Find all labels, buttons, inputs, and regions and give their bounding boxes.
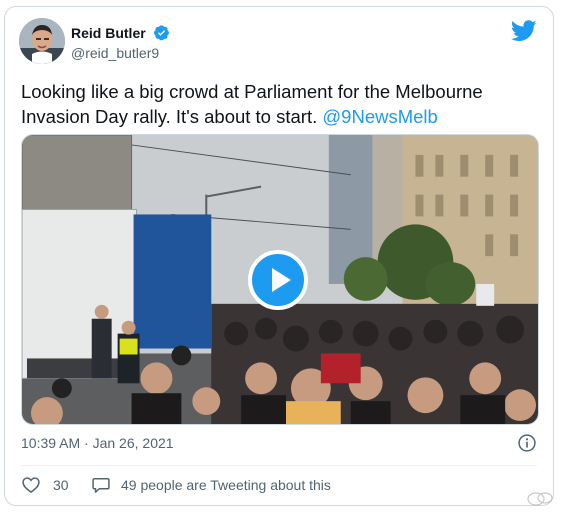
tweet-actions: 30 49 people are Tweeting about this — [21, 473, 537, 497]
author-block[interactable]: Reid Butler @reid_butler9 — [71, 24, 170, 61]
play-button[interactable] — [248, 250, 308, 310]
like-button[interactable]: 30 — [21, 473, 69, 497]
heart-icon — [22, 477, 40, 494]
display-name[interactable]: Reid Butler — [71, 25, 146, 41]
video-player[interactable] — [21, 134, 539, 425]
twitter-bird-icon[interactable] — [510, 20, 537, 42]
info-icon[interactable] — [517, 433, 537, 453]
tweet-text: Looking like a big crowd at Parliament f… — [21, 79, 521, 129]
tweet-card[interactable]: Reid Butler @reid_butler9 Looking like a… — [4, 6, 554, 506]
author-handle[interactable]: @reid_butler9 — [71, 45, 170, 61]
tweet-header: Reid Butler @reid_butler9 — [19, 18, 539, 68]
divider — [21, 465, 537, 466]
watermark-icon — [526, 490, 554, 506]
tweeting-about-text: 49 people are Tweeting about this — [121, 477, 331, 493]
avatar[interactable] — [19, 18, 65, 64]
verified-badge-icon — [153, 24, 170, 41]
play-icon — [272, 268, 291, 292]
mention-link[interactable]: @9NewsMelb — [322, 106, 437, 127]
like-count: 30 — [53, 477, 69, 493]
tweeting-about-link[interactable]: 49 people are Tweeting about this — [91, 473, 331, 497]
speech-bubble-icon — [92, 478, 110, 493]
tweet-timestamp[interactable]: 10:39 AM · Jan 26, 2021 — [21, 435, 174, 451]
